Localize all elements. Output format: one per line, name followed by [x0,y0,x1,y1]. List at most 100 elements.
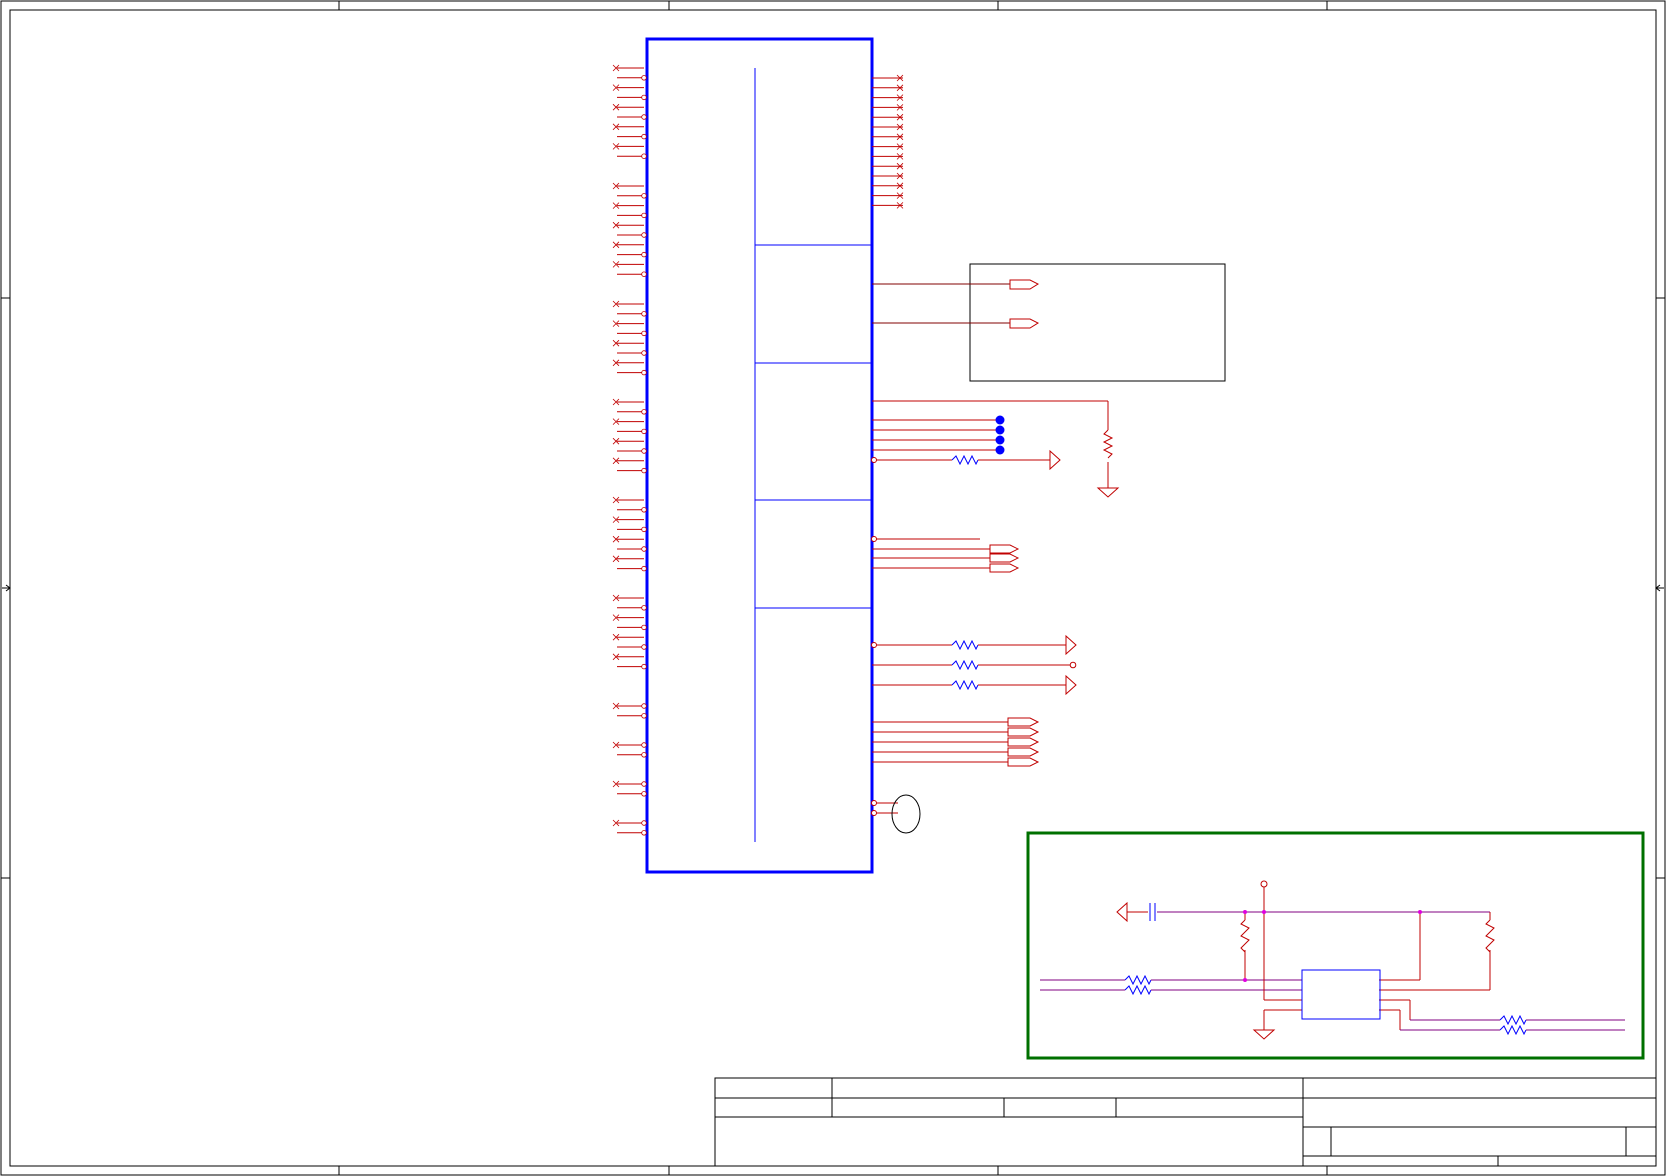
nc-pin-stub [617,75,647,81]
resistor-icon [1499,1024,1527,1036]
nc-pin-stub [612,84,644,91]
resistor-icon [1124,974,1152,986]
resistor-icon [951,659,979,671]
title-block [714,1077,1657,1167]
nc-pin-stub [612,123,644,131]
nc-pin-stub [617,565,647,572]
sheet-frame [0,0,1666,1176]
nc-pin-stub [612,702,647,710]
port-arrow-icon [1009,318,1040,329]
nc-pin-stub [617,311,647,317]
nc-pin-stub [612,418,644,425]
nc-pin-stub [617,133,647,140]
ground-icon [1096,487,1120,498]
center-arrow-right-icon [1655,584,1664,592]
nc-pin-stub [617,369,647,376]
nc-pin-stub [617,644,647,650]
port-arrow-icon [989,544,1020,554]
port-arrow-icon [1007,737,1040,747]
nc-pin-stub [872,172,904,180]
nc-pin-stub [617,428,647,435]
nc-pin-stub [617,605,647,611]
nc-pin-stub [612,339,644,347]
supply-arrow-icon [1049,449,1061,471]
nc-pin-stub [612,64,644,72]
nc-pin-stub [612,221,644,229]
capacitor-icon [1149,903,1156,921]
reset-circuit-block[interactable] [1026,831,1645,1060]
nc-pin-stub [872,153,904,160]
nc-pin-stub [617,467,647,474]
port-arrow-icon [1007,747,1040,757]
right-nc-pin-stubs [872,74,904,209]
main-ic-body [645,37,874,874]
strap-section [871,400,1120,498]
main-ic-internal-dividers [754,68,872,842]
nc-pin-stub [612,182,644,190]
nc-pin-stub [612,819,647,827]
nc-pin-stub [612,653,644,661]
nc-pin-stub [612,516,644,523]
nc-pin-stub [612,535,644,543]
nc-pin-stub [872,104,904,111]
main-ic[interactable] [612,37,904,874]
nc-pin-stub [617,526,647,533]
resistor-icon [951,454,979,466]
nc-pin-stub [617,212,647,219]
nc-pin-stub [872,123,904,131]
nc-pin-stub [617,663,647,670]
port-arrow-icon [989,553,1020,563]
nc-pin-stub [612,741,647,749]
nc-pin-stub [617,546,647,552]
port-group-b [872,717,1040,767]
nc-pin-stub [612,398,644,406]
nc-pin-stub [612,300,644,308]
nc-pin-stub [617,752,647,758]
nc-pin-stub [872,192,904,199]
resistor-icon [951,679,979,691]
nc-pin-stub [872,182,904,190]
nc-pin-stub [612,103,644,111]
nc-pin-stub [612,457,644,465]
nc-pair-highlight [871,794,921,834]
port-group-a [871,536,1020,573]
resistor-icon [1499,1014,1527,1026]
test-point-icon [995,425,1005,435]
test-point-icon [995,445,1005,455]
test-point-icon [995,435,1005,445]
nc-pin-stub [612,437,644,445]
resistor-icon [1485,919,1495,953]
nc-pin-stub [617,409,647,415]
nc-pin-stub [617,507,647,513]
nc-pin-stub [612,594,644,602]
nc-pin-stub [872,113,904,121]
nc-pin-stub [612,633,644,641]
port-arrow-icon [1009,279,1040,290]
nc-pin-stub [612,496,644,504]
nc-pin-stub [612,614,644,621]
nc-pin-stub [617,448,647,454]
nc-pin-stub [612,261,644,268]
nc-pin-stub [617,193,647,199]
port-arrow-icon [989,563,1020,573]
nc-pin-stub [872,84,904,92]
nc-pin-stub [617,350,647,356]
nc-pin-stub [872,133,904,141]
junction-markers [1243,910,1422,982]
nc-pin-stub [612,359,644,367]
nc-pin-stub [612,780,647,788]
resistor-icon [1102,429,1114,459]
resistor-icon [1124,984,1152,996]
nc-pin-stub [612,202,644,209]
output-connector-block[interactable] [872,263,1226,382]
nc-pin-stub [872,162,904,170]
nc-pin-stub [872,143,904,150]
supply-pin-icon [1260,880,1268,888]
resistor-icon [951,639,979,651]
nc-pin-stub [617,791,647,797]
nc-pin-stub [872,74,904,82]
off-page-connector-icon [1069,661,1077,669]
supply-arrow-icon [1065,634,1077,656]
test-point-dots [995,415,1005,455]
nc-pin-stub [617,713,647,719]
